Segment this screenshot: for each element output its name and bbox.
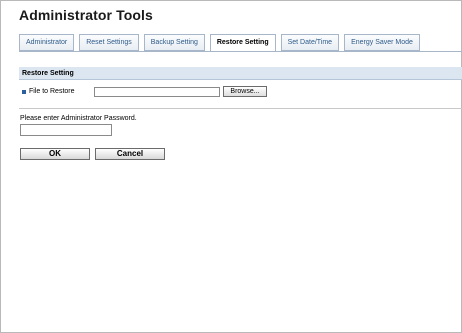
password-input[interactable] — [20, 124, 112, 136]
ok-button[interactable]: OK — [20, 148, 90, 160]
divider — [19, 108, 462, 109]
section-title: Restore Setting — [19, 67, 462, 80]
tab-energy-saver-mode[interactable]: Energy Saver Mode — [344, 34, 420, 51]
cancel-button[interactable]: Cancel — [95, 148, 165, 160]
page-title: Administrator Tools — [19, 7, 153, 23]
square-bullet-icon — [22, 89, 26, 94]
tab-restore-setting[interactable]: Restore Setting — [209, 34, 276, 52]
browse-button[interactable]: Browse... — [223, 86, 267, 97]
tab-bar: Administrator Reset Settings Backup Sett… — [19, 34, 420, 52]
password-label: Please enter Administrator Password. — [20, 115, 137, 122]
tab-backup-setting[interactable]: Backup Setting — [143, 34, 205, 51]
tab-underline — [19, 51, 462, 52]
file-path-input[interactable] — [94, 86, 220, 97]
tab-set-date-time[interactable]: Set Date/Time — [280, 34, 340, 51]
file-to-restore-row: File to Restore Browse... — [19, 83, 462, 100]
tab-administrator[interactable]: Administrator — [19, 34, 75, 51]
tab-reset-settings[interactable]: Reset Settings — [79, 34, 139, 51]
file-to-restore-label: File to Restore — [29, 88, 75, 95]
